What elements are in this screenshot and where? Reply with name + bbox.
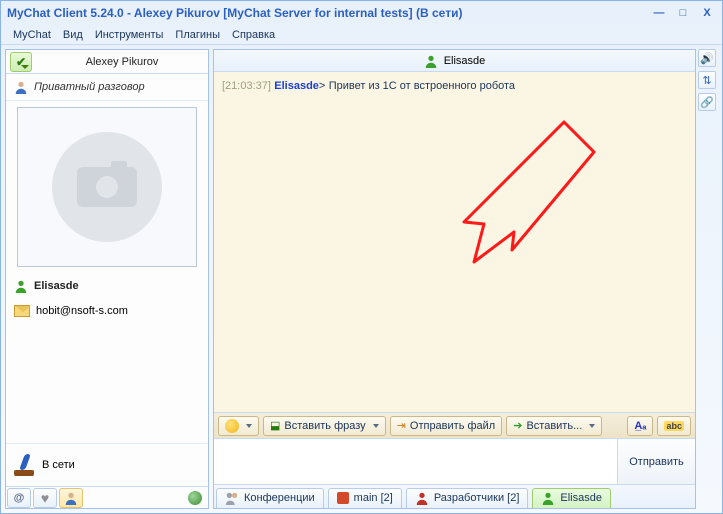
left-tab-at[interactable]: @ [7,488,31,508]
content: ✔ Alexey Pikurov Приватный разговор Elis… [1,45,722,513]
font-icon: A̲ₐ [634,420,646,432]
left-section-label: Приватный разговор [34,81,145,93]
left-tab-contact[interactable] [59,488,83,508]
menu-mychat[interactable]: MyChat [7,27,57,43]
sound-button[interactable]: 🔊 [698,49,716,67]
status-row: В сети [6,443,208,486]
titlebar: MyChat Client 5.24.0 - Alexey Pikurov [M… [1,1,722,25]
abc-icon: abc [664,421,684,431]
tab-conferences[interactable]: Конференции [216,488,324,508]
link-button[interactable]: 🔗 [698,93,716,111]
chat-header-name: Elisasde [444,55,486,67]
contact-email-row: hobit@nsoft-s.com [6,299,208,323]
compose-area: Отправить [214,438,695,484]
user-icon [64,491,78,505]
quill-icon [14,454,34,476]
close-button[interactable]: X [698,5,716,21]
spellcheck-button[interactable]: abc [657,416,691,436]
contact-name: Elisasde [34,280,79,292]
arrows-icon: ⇅ [702,74,711,87]
user-green-icon [14,279,28,293]
right-panel: Elisasde [21:03:37] Elisasde> Привет из … [213,49,718,509]
current-user-name: Alexey Pikurov [36,56,208,68]
left-panel: ✔ Alexey Pikurov Приватный разговор Elis… [5,49,209,509]
left-tab-favorite[interactable]: ♥ [33,488,57,508]
send-file-label: Отправить файл [410,420,495,432]
check-icon: ✔ [16,55,26,69]
right-side-icons: 🔊 ⇅ 🔗 [698,49,718,509]
insert-button[interactable]: ➔Вставить... [506,416,602,436]
gift-icon [337,492,349,504]
chat-header: Elisasde [214,50,695,72]
envelope-icon [14,305,30,317]
person-icon [14,80,28,94]
emoji-button[interactable] [218,416,259,436]
user-green-icon [541,491,555,505]
tab-elisasde[interactable]: Elisasde [532,488,611,508]
link-icon: 🔗 [700,96,714,109]
send-label: Отправить [629,456,684,468]
message-from: Elisasde [274,80,319,92]
left-tab-globe[interactable] [183,488,207,508]
left-section-header: Приватный разговор [6,74,208,101]
chat-panel: Elisasde [21:03:37] Elisasde> Привет из … [213,49,696,509]
globe-icon [188,491,202,505]
minimize-button[interactable]: — [650,5,668,21]
message-text: Привет из 1С от встроенного робота [329,80,515,92]
chat-messages[interactable]: [21:03:37] Elisasde> Привет из 1С от вст… [214,72,695,412]
menubar: MyChat Вид Инструменты Плагины Справка [1,25,722,45]
app-window: MyChat Client 5.24.0 - Alexey Pikurov [M… [0,0,723,514]
window-title: MyChat Client 5.24.0 - Alexey Pikurov [M… [7,6,644,20]
tab-developers[interactable]: Разработчики [2] [406,488,529,508]
bottom-tabs: Конференции main [2] Разработчики [2] El… [214,484,695,508]
contact-email[interactable]: hobit@nsoft-s.com [36,305,128,317]
speaker-icon: 🔊 [700,52,714,65]
font-button[interactable]: A̲ₐ [627,416,653,436]
tab-main[interactable]: main [2] [328,488,402,508]
scroll-lock-button[interactable]: ⇅ [698,71,716,89]
menu-plugins[interactable]: Плагины [169,27,226,43]
status-text: В сети [42,459,75,471]
message-time: [21:03:37] [222,80,271,92]
left-tabbar: @ ♥ [6,486,208,508]
message-sep: > [319,80,325,92]
contact-name-row: Elisasde [6,273,208,299]
status-dropdown[interactable]: ✔ [10,52,32,72]
insert-phrase-button[interactable]: ⬓Вставить фразу [263,416,386,436]
user-green-icon [424,54,438,68]
menu-help[interactable]: Справка [226,27,281,43]
contact-photo [17,107,197,267]
insert-label: Вставить... [526,420,582,432]
maximize-button[interactable]: □ [674,5,692,21]
message-input[interactable] [214,439,617,484]
insert-phrase-label: Вставить фразу [284,420,365,432]
smiley-icon [225,419,239,433]
left-top: ✔ Alexey Pikurov [6,50,208,74]
user-red-icon [415,491,429,505]
send-file-button[interactable]: ⇥Отправить файл [390,416,503,436]
annotation-arrow-icon [414,112,614,312]
menu-view[interactable]: Вид [57,27,89,43]
message-row: [21:03:37] Elisasde> Привет из 1С от вст… [222,78,687,92]
users-icon [225,491,239,505]
camera-placeholder-icon [52,132,162,242]
send-button[interactable]: Отправить [617,439,695,484]
menu-tools[interactable]: Инструменты [89,27,170,43]
compose-toolbar: ⬓Вставить фразу ⇥Отправить файл ➔Вставит… [214,412,695,438]
